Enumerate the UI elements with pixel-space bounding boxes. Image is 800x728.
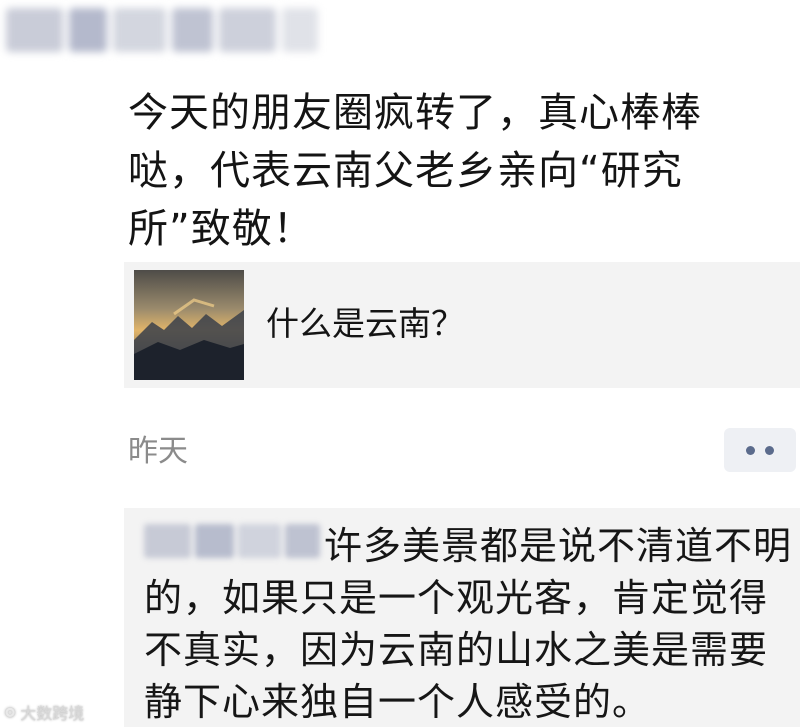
link-title: 什么是云南？ [266, 304, 464, 343]
more-options-button[interactable] [724, 428, 796, 472]
link-thumbnail [134, 270, 244, 380]
watermark: ◎ 大数跨境 [4, 700, 84, 724]
watermark-text: 大数跨境 [20, 704, 85, 723]
post-text: 今天的朋友圈疯转了，真心棒棒哒，代表云南父老乡亲向“研究所”致敬！ [128, 90, 702, 252]
shared-link-card[interactable]: 什么是云南？ [124, 262, 800, 388]
dot-icon [765, 445, 774, 455]
post-time: 昨天 [128, 434, 188, 469]
author-name-blurred[interactable] [6, 8, 319, 70]
dot-icon [746, 445, 755, 455]
comment-text: 许多美景都是说不清道不明的，如果只是一个观光客，肯定觉得不真实，因为云南的山水之… [144, 524, 793, 724]
comment-box: 许多美景都是说不清道不明的，如果只是一个观光客，肯定觉得不真实，因为云南的山水之… [124, 508, 800, 727]
weibo-icon: ◎ [4, 704, 17, 720]
